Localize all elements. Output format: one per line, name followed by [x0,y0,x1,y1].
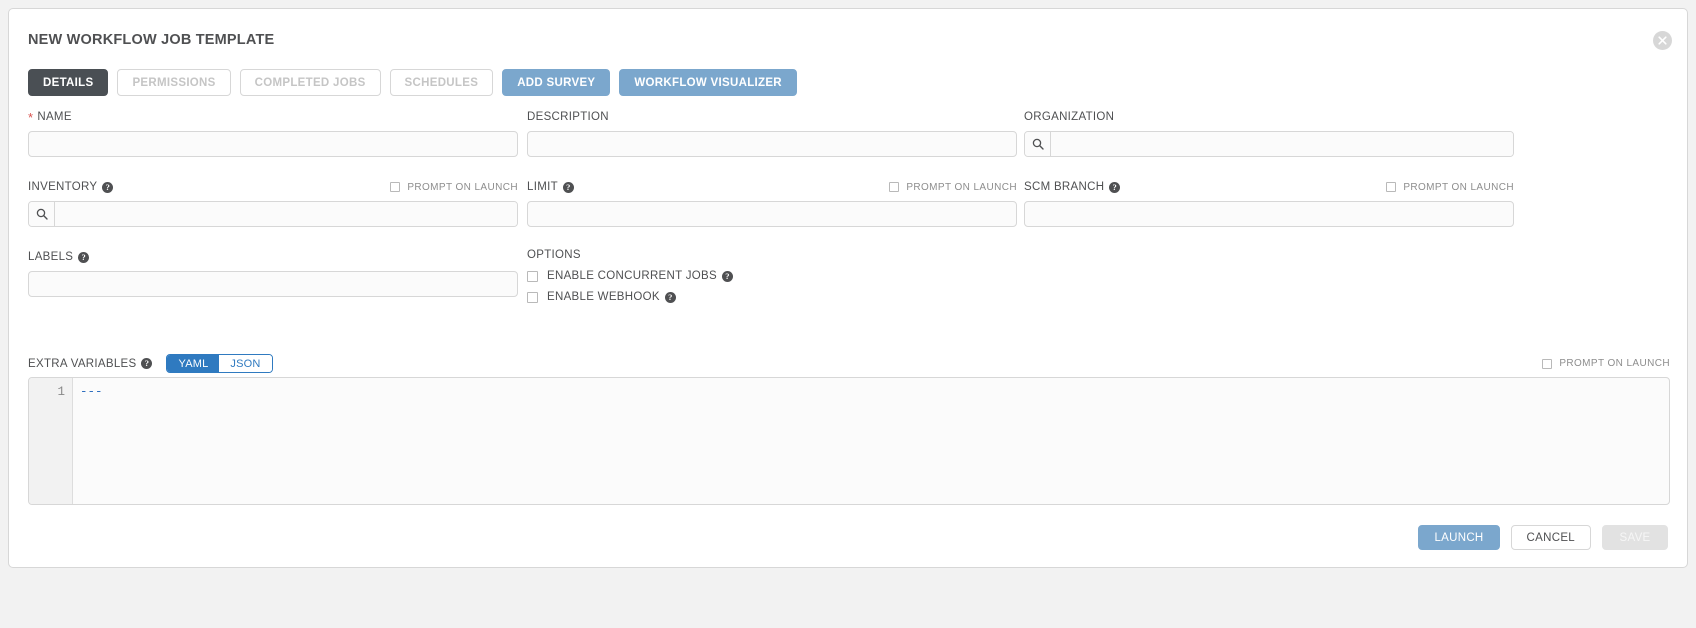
help-icon[interactable]: ? [722,271,733,282]
new-workflow-job-template-panel: NEW WORKFLOW JOB TEMPLATE DETAILS PERMIS… [8,8,1688,568]
organization-label-text: ORGANIZATION [1024,111,1114,123]
enable-concurrent-jobs-checkbox[interactable] [527,271,538,282]
scm-branch-input[interactable] [1024,201,1514,227]
inventory-label: INVENTORY ? [28,179,113,195]
help-icon[interactable]: ? [563,182,574,193]
extra-variables-prompt-label: PROMPT ON LAUNCH [1559,358,1670,369]
extra-variables-prompt-checkbox[interactable] [1542,359,1552,369]
limit-header: LIMIT ? PROMPT ON LAUNCH [527,179,1017,195]
page-title: NEW WORKFLOW JOB TEMPLATE [28,32,274,48]
extra-variables-label: EXTRA VARIABLES ? [28,358,152,370]
extra-variables-header: EXTRA VARIABLES ? YAML JSON PROMPT ON LA… [28,354,1670,373]
organization-label: ORGANIZATION [1024,109,1514,125]
search-icon[interactable] [1025,132,1051,156]
options-group: OPTIONS ENABLE CONCURRENT JOBS ? ENABLE … [527,249,1017,303]
field-group-limit: LIMIT ? PROMPT ON LAUNCH [527,179,1017,227]
cancel-button[interactable]: CANCEL [1511,525,1591,550]
scm-branch-prompt-on-launch[interactable]: PROMPT ON LAUNCH [1386,182,1514,193]
inventory-prompt-checkbox[interactable] [390,182,400,192]
labels-input[interactable] [28,271,518,297]
limit-prompt-checkbox[interactable] [889,182,899,192]
form-actions: LAUNCH CANCEL SAVE [1418,525,1668,550]
extra-variables-prompt-on-launch[interactable]: PROMPT ON LAUNCH [1542,358,1670,369]
inventory-search-wrap [28,201,518,227]
tab-completed-jobs[interactable]: COMPLETED JOBS [240,69,381,96]
inventory-prompt-on-launch[interactable]: PROMPT ON LAUNCH [390,182,518,193]
tab-details[interactable]: DETAILS [28,69,108,96]
search-icon[interactable] [29,202,55,226]
inventory-prompt-label: PROMPT ON LAUNCH [407,182,518,193]
name-input[interactable] [28,131,518,157]
field-group-inventory: INVENTORY ? PROMPT ON LAUNCH [28,179,518,227]
help-icon[interactable]: ? [78,252,89,263]
scm-branch-prompt-label: PROMPT ON LAUNCH [1403,182,1514,193]
scm-branch-header: SCM BRANCH ? PROMPT ON LAUNCH [1024,179,1514,195]
description-label: DESCRIPTION [527,109,1017,125]
help-icon[interactable]: ? [665,292,676,303]
limit-prompt-label: PROMPT ON LAUNCH [906,182,1017,193]
enable-webhook-checkbox[interactable] [527,292,538,303]
scm-branch-label-text: SCM BRANCH [1024,181,1104,193]
launch-button[interactable]: LAUNCH [1418,525,1499,550]
limit-label: LIMIT ? [527,179,574,195]
option-enable-webhook[interactable]: ENABLE WEBHOOK ? [527,291,1017,303]
options-title: OPTIONS [527,249,1017,261]
name-label-text: NAME [37,111,71,123]
help-icon[interactable]: ? [102,182,113,193]
limit-input[interactable] [527,201,1017,227]
format-yaml-button[interactable]: YAML [167,355,219,372]
inventory-input[interactable] [55,202,517,226]
required-marker: * [28,111,33,124]
name-label: * NAME [28,109,518,125]
labels-label: LABELS ? [28,249,518,265]
extra-variables-format-toggle: YAML JSON [166,354,272,373]
organization-search-wrap [1024,131,1514,157]
limit-label-text: LIMIT [527,181,558,193]
editor-line-numbers: 1 [29,378,73,504]
extra-variables-label-text: EXTRA VARIABLES [28,358,136,370]
help-icon[interactable]: ? [141,358,152,369]
enable-webhook-label: ENABLE WEBHOOK [547,291,660,303]
close-icon[interactable] [1653,31,1672,50]
scm-branch-prompt-checkbox[interactable] [1386,182,1396,192]
format-json-button[interactable]: JSON [219,355,271,372]
tab-add-survey[interactable]: ADD SURVEY [502,69,610,96]
inventory-label-text: INVENTORY [28,181,97,193]
tab-schedules[interactable]: SCHEDULES [390,69,494,96]
field-group-labels: LABELS ? [28,249,518,297]
description-input[interactable] [527,131,1017,157]
extra-variables-editor[interactable]: 1 --- [28,377,1670,505]
organization-input[interactable] [1051,132,1513,156]
inventory-header: INVENTORY ? PROMPT ON LAUNCH [28,179,518,195]
field-group-scm-branch: SCM BRANCH ? PROMPT ON LAUNCH [1024,179,1514,227]
field-group-organization: ORGANIZATION [1024,109,1514,157]
editor-content[interactable]: --- [73,378,1669,504]
scm-branch-label: SCM BRANCH ? [1024,179,1120,195]
save-button: SAVE [1602,525,1668,550]
help-icon[interactable]: ? [1109,182,1120,193]
labels-label-text: LABELS [28,251,73,263]
enable-concurrent-jobs-label: ENABLE CONCURRENT JOBS [547,270,717,282]
tab-permissions[interactable]: PERMISSIONS [117,69,230,96]
tab-workflow-visualizer[interactable]: WORKFLOW VISUALIZER [619,69,797,96]
field-group-description: DESCRIPTION [527,109,1017,157]
tab-bar: DETAILS PERMISSIONS COMPLETED JOBS SCHED… [28,69,797,96]
limit-prompt-on-launch[interactable]: PROMPT ON LAUNCH [889,182,1017,193]
option-enable-concurrent-jobs[interactable]: ENABLE CONCURRENT JOBS ? [527,270,1017,282]
field-group-name: * NAME [28,109,518,157]
description-label-text: DESCRIPTION [527,111,609,123]
